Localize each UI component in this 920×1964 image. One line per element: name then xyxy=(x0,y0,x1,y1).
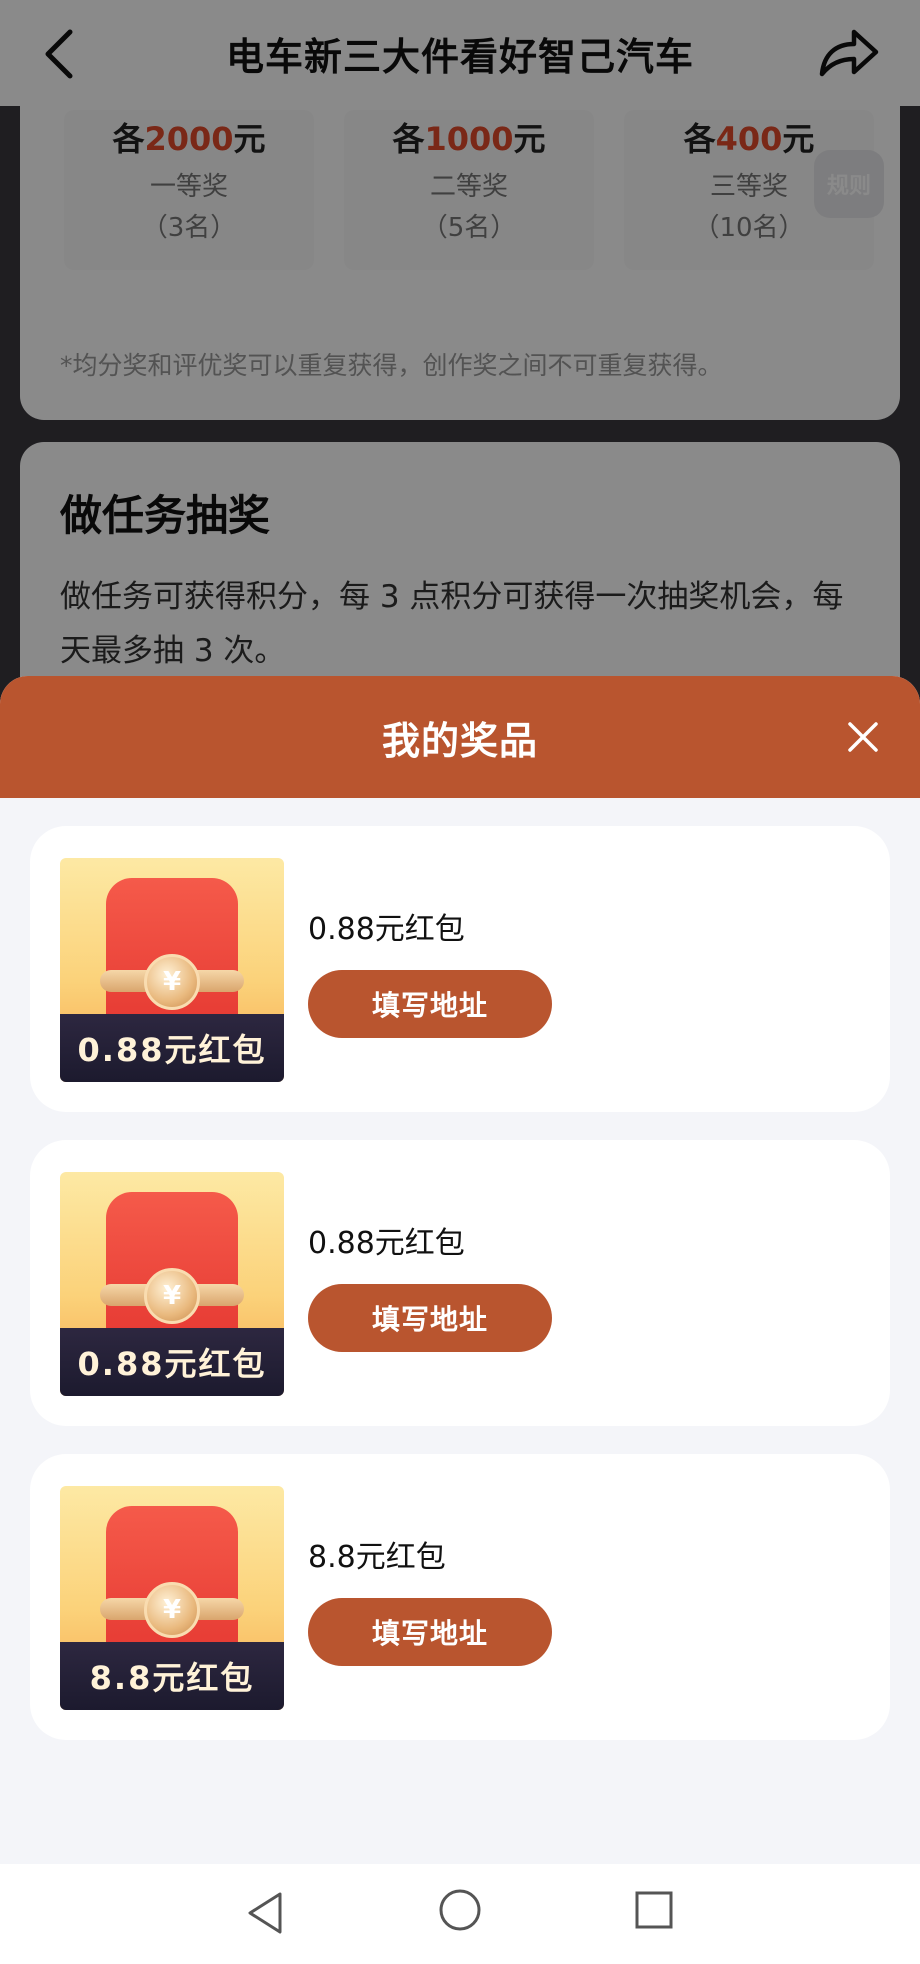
prize-item: ¥ 0.88元红包 0.88元红包 填写地址 xyxy=(30,826,890,1112)
red-envelope-image: ¥ 0.88元红包 xyxy=(60,858,284,1082)
thumb-label: 8.8元红包 xyxy=(60,1642,284,1710)
red-envelope-image: ¥ 8.8元红包 xyxy=(60,1486,284,1710)
red-envelope-image: ¥ 0.88元红包 xyxy=(60,1172,284,1396)
prize-name: 8.8元红包 xyxy=(308,1540,446,1575)
yuan-coin-icon: ¥ xyxy=(144,954,200,1010)
thumb-label: 0.88元红包 xyxy=(60,1328,284,1396)
yuan-coin-icon: ¥ xyxy=(144,1582,200,1638)
close-icon[interactable] xyxy=(844,718,882,756)
prize-name: 0.88元红包 xyxy=(308,912,465,947)
prize-name: 0.88元红包 xyxy=(308,1226,465,1261)
sheet-header: 我的奖品 xyxy=(0,676,920,798)
nav-home-icon[interactable] xyxy=(436,1886,484,1934)
fill-address-button[interactable]: 填写地址 xyxy=(308,970,552,1038)
my-prizes-sheet: 我的奖品 ¥ 0.88元红包 0.88元红包 填写地址 ¥ 0.88元红包 0.… xyxy=(0,676,920,1864)
yuan-coin-icon: ¥ xyxy=(144,1268,200,1324)
nav-back-icon[interactable] xyxy=(240,1888,290,1938)
nav-recent-icon[interactable] xyxy=(632,1888,676,1932)
fill-address-button[interactable]: 填写地址 xyxy=(308,1284,552,1352)
sheet-title: 我的奖品 xyxy=(381,718,538,763)
fill-address-button[interactable]: 填写地址 xyxy=(308,1598,552,1666)
prize-item: ¥ 0.88元红包 0.88元红包 填写地址 xyxy=(30,1140,890,1426)
system-navigation-bar xyxy=(0,1864,920,1964)
prize-item: ¥ 8.8元红包 8.8元红包 填写地址 xyxy=(30,1454,890,1740)
thumb-label: 0.88元红包 xyxy=(60,1014,284,1082)
